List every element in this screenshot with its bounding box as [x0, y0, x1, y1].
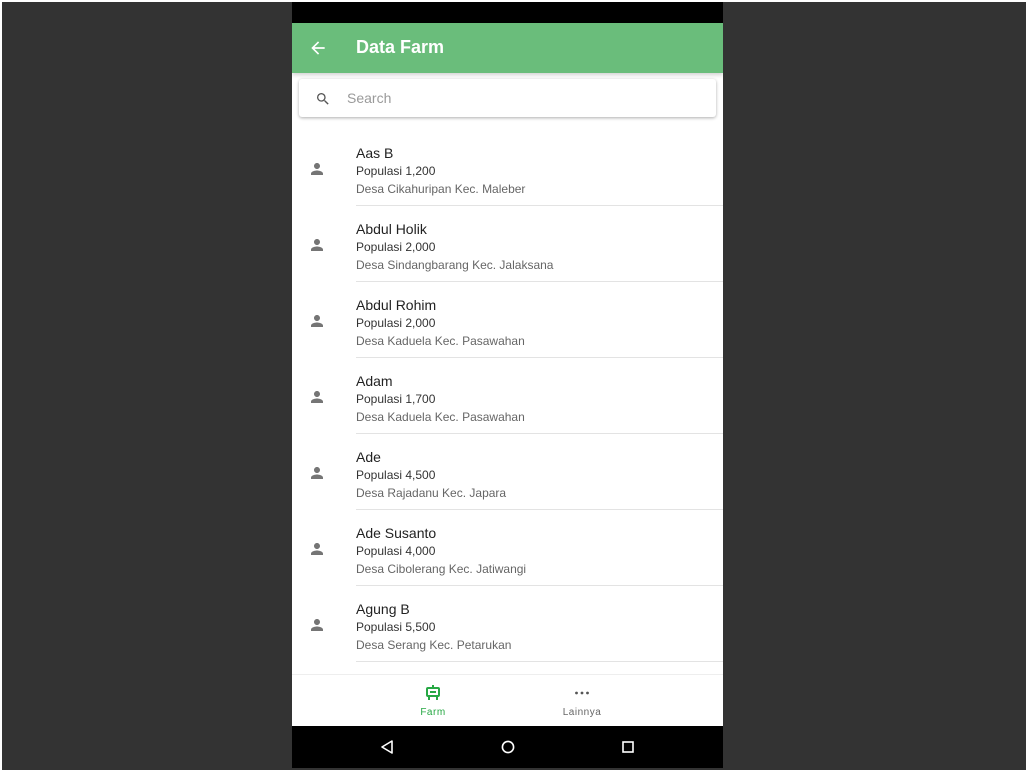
- farm-name: Aas B: [356, 145, 394, 161]
- person-icon: [311, 315, 323, 327]
- farm-name: Ade: [356, 449, 381, 465]
- farm-list: Aas B Populasi 1,200 Desa Cikahuripan Ke…: [292, 130, 723, 674]
- nav-item-farm[interactable]: Farm: [373, 675, 493, 727]
- list-item[interactable]: Ade Susanto Populasi 4,000 Desa Cibolera…: [292, 510, 723, 586]
- list-item[interactable]: Ade Populasi 4,500 Desa Rajadanu Kec. Ja…: [292, 434, 723, 510]
- farm-name: Ade Susanto: [356, 525, 437, 541]
- nav-label-lainnya: Lainnya: [562, 707, 602, 718]
- list-item[interactable]: Abdul Holik Populasi 2,000 Desa Sindangb…: [292, 206, 723, 282]
- square-recents-icon: [622, 741, 634, 753]
- person-icon: [311, 239, 323, 251]
- farm-population: Populasi 1,700: [356, 392, 436, 406]
- farm-name: Agung B: [356, 601, 410, 617]
- bottom-navigation: Farm Lainnya: [292, 674, 723, 727]
- farm-icon: [426, 685, 440, 700]
- more-horizontal-icon: [575, 691, 589, 695]
- person-icon: [311, 391, 323, 403]
- circle-home-icon: [501, 740, 515, 754]
- divider: [356, 661, 723, 662]
- farm-address: Desa Cikahuripan Kec. Maleber: [356, 182, 526, 196]
- app-bar: Data Farm: [292, 23, 723, 73]
- triangle-back-icon: [381, 740, 393, 754]
- arrow-back-icon: [311, 41, 325, 55]
- farm-address: Desa Cibolerang Kec. Jatiwangi: [356, 562, 527, 576]
- search-icon: [317, 93, 329, 105]
- farm-population: Populasi 4,000: [356, 544, 436, 558]
- search-input[interactable]: [347, 79, 697, 117]
- system-navigation-bar: [292, 726, 723, 768]
- farm-population: Populasi 2,000: [356, 240, 436, 254]
- system-recents-button[interactable]: [616, 735, 640, 759]
- farm-name: Abdul Rohim: [356, 297, 437, 313]
- system-back-button[interactable]: [375, 735, 399, 759]
- person-icon: [311, 619, 323, 631]
- list-item[interactable]: Aas B Populasi 1,200 Desa Cikahuripan Ke…: [292, 130, 723, 206]
- farm-population: Populasi 1,200: [356, 164, 436, 178]
- list-item[interactable]: Agung B Populasi 5,500 Desa Serang Kec. …: [292, 586, 723, 662]
- farm-population: Populasi 5,500: [356, 620, 436, 634]
- farm-address: Desa Rajadanu Kec. Japara: [356, 486, 507, 500]
- farm-population: Populasi 4,500: [356, 468, 436, 482]
- farm-address: Desa Kaduela Kec. Pasawahan: [356, 410, 525, 424]
- phone-screen: Data Farm Aas B Populasi 1,200 Desa Cika…: [292, 2, 723, 768]
- farm-name: Adam: [356, 373, 393, 389]
- list-item[interactable]: Adam Populasi 1,700 Desa Kaduela Kec. Pa…: [292, 358, 723, 434]
- person-icon: [311, 543, 323, 555]
- nav-item-lainnya[interactable]: Lainnya: [522, 675, 642, 727]
- search-bar: [299, 79, 716, 117]
- page-title: Data Farm: [356, 37, 445, 57]
- system-home-button[interactable]: [496, 735, 520, 759]
- person-icon: [311, 467, 323, 479]
- farm-address: Desa Sindangbarang Kec. Jalaksana: [356, 258, 554, 272]
- nav-label-farm: Farm: [420, 707, 446, 718]
- list-item[interactable]: Abdul Rohim Populasi 2,000 Desa Kaduela …: [292, 282, 723, 358]
- back-button[interactable]: [302, 32, 334, 64]
- status-bar: [292, 2, 723, 23]
- farm-address: Desa Serang Kec. Petarukan: [356, 638, 512, 652]
- farm-name: Abdul Holik: [356, 221, 427, 237]
- person-icon: [311, 163, 323, 175]
- farm-population: Populasi 2,000: [356, 316, 436, 330]
- farm-address: Desa Kaduela Kec. Pasawahan: [356, 334, 525, 348]
